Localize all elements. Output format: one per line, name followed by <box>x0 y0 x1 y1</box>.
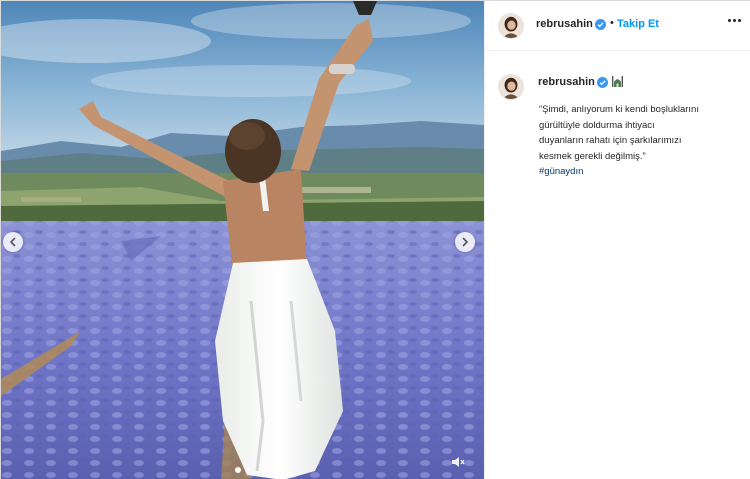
avatar-image <box>499 14 523 38</box>
verified-badge-icon <box>595 19 606 30</box>
verified-badge-icon <box>597 77 608 88</box>
mosque-emoji-icon <box>611 75 624 88</box>
caption-username[interactable]: rebrusahin <box>538 76 595 88</box>
caption-line: “Şimdi, anlıyorum ki kendi boşluklarını <box>539 104 699 115</box>
speaker-muted-icon <box>452 457 465 467</box>
next-slide-button[interactable] <box>455 232 475 252</box>
carousel-dot <box>244 467 251 473</box>
header-username[interactable]: rebrusahin <box>536 18 593 30</box>
follow-button[interactable]: Takip Et <box>617 18 659 30</box>
instagram-post: rebrusahin • Takip Et rebrusahin “Şimdi,… <box>0 0 750 479</box>
post-caption: “Şimdi, anlıyorum ki kendi boşluklarını … <box>539 102 744 180</box>
lavender-field-photo <box>1 1 484 479</box>
caption-line: duyanların rahatı için şarkılarımızı <box>539 135 682 146</box>
caption-avatar[interactable] <box>498 74 524 100</box>
previous-slide-button[interactable] <box>3 232 23 252</box>
avatar[interactable] <box>498 13 524 39</box>
post-sidebar: rebrusahin • Takip Et rebrusahin “Şimdi,… <box>484 1 750 479</box>
more-options-icon[interactable] <box>728 19 744 25</box>
header-separator: • <box>610 17 614 29</box>
caption-line: kesmek gerekli değilmiş.” <box>539 150 646 162</box>
mute-toggle-button[interactable] <box>450 454 466 470</box>
chevron-right-icon <box>462 237 469 247</box>
caption-line: gürültüyle doldurma ihtiyacı <box>539 119 655 131</box>
post-header: rebrusahin • Takip Et <box>485 1 750 51</box>
hashtag-link[interactable]: #günaydın <box>539 164 744 180</box>
post-media[interactable] <box>1 1 484 479</box>
chevron-left-icon <box>9 237 16 247</box>
avatar-image <box>499 75 523 99</box>
carousel-dot-active <box>234 467 241 473</box>
carousel-indicator <box>1 467 484 473</box>
